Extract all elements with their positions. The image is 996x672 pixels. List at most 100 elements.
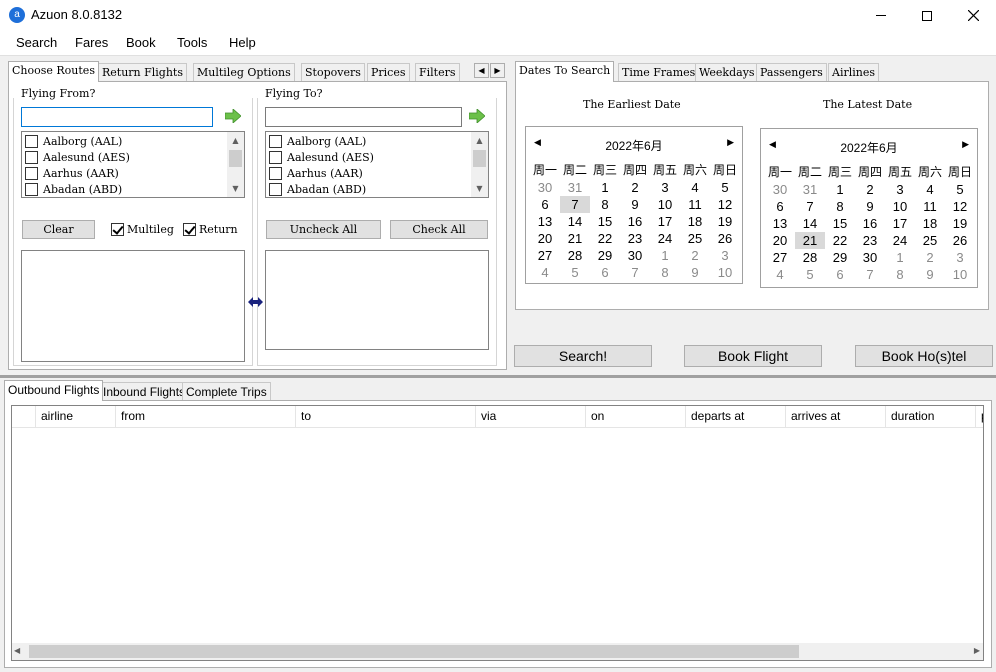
column-header-airline[interactable]: airline <box>36 406 116 427</box>
flying-to-input[interactable] <box>265 107 462 127</box>
calendar-day[interactable]: 9 <box>915 266 945 283</box>
calendar-day[interactable]: 4 <box>915 181 945 198</box>
calendar-day[interactable]: 2 <box>915 249 945 266</box>
calendar-day[interactable]: 30 <box>765 181 795 198</box>
column-header-on[interactable]: on <box>586 406 686 427</box>
calendar-day[interactable]: 8 <box>650 264 680 281</box>
calendar-day[interactable]: 18 <box>680 213 710 230</box>
checkbox[interactable] <box>25 166 38 180</box>
calendar-day[interactable]: 3 <box>710 247 740 264</box>
tab-scroll-right[interactable]: ▶ <box>490 63 505 78</box>
calendar-day[interactable]: 31 <box>795 181 825 198</box>
calendar-day[interactable]: 28 <box>560 247 590 264</box>
return-checkbox[interactable]: Return <box>183 223 238 236</box>
menu-help[interactable]: Help <box>229 35 256 50</box>
scroll-thumb[interactable] <box>29 645 799 658</box>
checkbox[interactable] <box>269 150 282 164</box>
selected-from-list[interactable] <box>21 250 245 362</box>
calendar-day[interactable]: 10 <box>650 196 680 213</box>
calendar-grid[interactable]: 周一 周二 周三 周四 周五 周六 周日 30 31 1 2 3 4 5 6 7 8 9 10 11 12 13 14 15 1… <box>530 162 740 281</box>
calendar-day[interactable]: 7 <box>795 198 825 215</box>
close-button[interactable] <box>950 0 996 31</box>
tab-stopovers[interactable]: Stopovers <box>301 63 365 82</box>
column-header-arrives-at[interactable]: arrives at <box>786 406 886 427</box>
book-hostel-button[interactable]: Book Ho(s)tel <box>855 345 993 367</box>
results-table[interactable]: airline from to via on departs at arrive… <box>11 405 984 661</box>
column-header-duration[interactable]: duration <box>886 406 976 427</box>
column-header-price[interactable]: p <box>976 406 983 427</box>
calendar-day[interactable]: 30 <box>620 247 650 264</box>
checkbox[interactable] <box>269 134 282 148</box>
menu-fares[interactable]: Fares <box>75 35 108 50</box>
calendar-day[interactable]: 15 <box>825 215 855 232</box>
tab-filters[interactable]: Filters <box>415 63 460 82</box>
calendar-day[interactable]: 13 <box>765 215 795 232</box>
calendar-day[interactable]: 9 <box>620 196 650 213</box>
calendar-day[interactable]: 5 <box>710 179 740 196</box>
calendar-day[interactable]: 17 <box>885 215 915 232</box>
calendar-day[interactable]: 16 <box>620 213 650 230</box>
splitter[interactable] <box>0 375 996 378</box>
checkbox-checked[interactable] <box>111 223 124 236</box>
calendar-day[interactable]: 27 <box>530 247 560 264</box>
calendar-day[interactable]: 23 <box>620 230 650 247</box>
calendar-day[interactable]: 26 <box>710 230 740 247</box>
calendar-day[interactable]: 13 <box>530 213 560 230</box>
from-list-scrollbar[interactable]: ▲ ▼ <box>227 132 244 197</box>
scroll-up-icon[interactable]: ▲ <box>471 132 488 149</box>
multileg-checkbox[interactable]: Multileg <box>111 223 174 236</box>
search-button[interactable]: Search! <box>514 345 652 367</box>
calendar-day[interactable]: 31 <box>560 179 590 196</box>
next-month-button[interactable]: ▶ <box>727 138 734 148</box>
tab-complete-trips[interactable]: Complete Trips <box>182 382 271 401</box>
calendar-day[interactable]: 25 <box>915 232 945 249</box>
calendar-day[interactable]: 27 <box>765 249 795 266</box>
uncheck-all-button[interactable]: Uncheck All <box>266 220 381 239</box>
calendar-day[interactable]: 9 <box>680 264 710 281</box>
selected-to-list[interactable] <box>265 250 489 350</box>
calendar-day[interactable]: 26 <box>945 232 975 249</box>
scroll-thumb[interactable] <box>229 150 242 167</box>
calendar-day[interactable]: 29 <box>590 247 620 264</box>
minimize-button[interactable] <box>858 0 904 31</box>
calendar-day[interactable]: 3 <box>885 181 915 198</box>
calendar-day[interactable]: 19 <box>945 215 975 232</box>
tab-passengers[interactable]: Passengers <box>756 63 827 82</box>
list-item[interactable]: Abadan (ABD) <box>269 181 366 197</box>
menu-search[interactable]: Search <box>16 35 57 50</box>
from-airport-list[interactable]: Aalborg (AAL) Aalesund (AES) Aarhus (AAR… <box>21 131 245 198</box>
book-flight-button[interactable]: Book Flight <box>684 345 822 367</box>
calendar-day[interactable]: 4 <box>765 266 795 283</box>
calendar-day[interactable]: 18 <box>915 215 945 232</box>
list-item[interactable]: Abadan (ABD) <box>25 181 122 197</box>
calendar-day[interactable]: 29 <box>825 249 855 266</box>
calendar-day[interactable]: 24 <box>885 232 915 249</box>
calendar-day[interactable]: 30 <box>530 179 560 196</box>
calendar-day[interactable]: 6 <box>590 264 620 281</box>
menu-book[interactable]: Book <box>126 35 156 50</box>
checkbox[interactable] <box>25 150 38 164</box>
calendar-day[interactable]: 17 <box>650 213 680 230</box>
next-month-button[interactable]: ▶ <box>962 140 969 150</box>
list-item[interactable]: Aalesund (AES) <box>269 149 374 165</box>
calendar-day[interactable]: 14 <box>560 213 590 230</box>
tab-dates-to-search[interactable]: Dates To Search <box>515 61 615 82</box>
calendar-day[interactable]: 28 <box>795 249 825 266</box>
column-header-to[interactable]: to <box>296 406 476 427</box>
tab-return-flights[interactable]: Return Flights <box>98 63 187 82</box>
list-item[interactable]: Aalborg (AAL) <box>269 133 366 149</box>
calendar-day[interactable]: 24 <box>650 230 680 247</box>
tab-choose-routes[interactable]: Choose Routes <box>8 61 99 82</box>
calendar-day[interactable]: 10 <box>945 266 975 283</box>
calendar-day[interactable]: 11 <box>915 198 945 215</box>
tab-prices[interactable]: Prices <box>367 63 410 82</box>
scroll-thumb[interactable] <box>473 150 486 167</box>
calendar-day[interactable]: 15 <box>590 213 620 230</box>
calendar-day[interactable]: 2 <box>680 247 710 264</box>
column-header-from[interactable]: from <box>116 406 296 427</box>
scroll-down-icon[interactable]: ▼ <box>227 180 244 197</box>
calendar-day[interactable]: 19 <box>710 213 740 230</box>
checkbox[interactable] <box>25 182 38 196</box>
calendar-day[interactable]: 8 <box>885 266 915 283</box>
calendar-day[interactable]: 16 <box>855 215 885 232</box>
